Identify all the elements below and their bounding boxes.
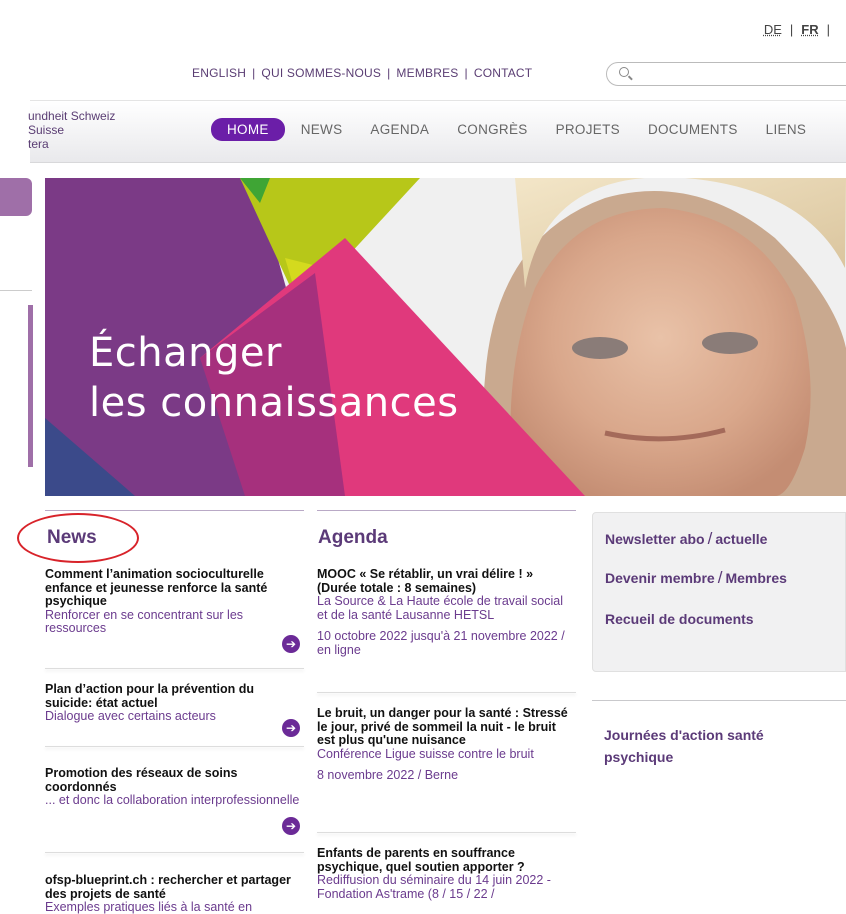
news-item-title[interactable]: Comment l’animation socioculturelle enfa… bbox=[45, 567, 304, 609]
news-item[interactable]: Promotion des réseaux de soins coordonné… bbox=[45, 766, 304, 853]
left-accent-bar bbox=[28, 305, 33, 467]
lang-de[interactable]: DE bbox=[764, 22, 782, 37]
nav-documents[interactable]: DOCUMENTS bbox=[648, 122, 738, 137]
news-item-title[interactable]: Plan d’action pour la prévention du suic… bbox=[45, 682, 304, 710]
news-item-divider bbox=[45, 746, 304, 747]
link-qui-sommes-nous[interactable]: QUI SOMMES-NOUS bbox=[261, 66, 381, 80]
logo-line: undheit Schweiz bbox=[28, 109, 116, 123]
agenda-item-divider bbox=[317, 692, 576, 693]
arrow-right-icon[interactable]: ➔ bbox=[282, 719, 300, 737]
logo-text[interactable]: undheit Schweiz Suisse tera bbox=[28, 109, 115, 151]
agenda-item[interactable]: Le bruit, un danger pour la santé : Stre… bbox=[317, 706, 576, 833]
agenda-item-title[interactable]: Le bruit, un danger pour la santé : Stre… bbox=[317, 706, 576, 748]
news-item-subtitle: Dialogue avec certains acteurs bbox=[45, 709, 216, 723]
news-item-title[interactable]: Promotion des réseaux de soins coordonné… bbox=[45, 766, 304, 794]
search-input[interactable] bbox=[635, 66, 835, 82]
lang-fr[interactable]: FR bbox=[801, 22, 818, 37]
left-divider bbox=[0, 290, 32, 291]
logo-line: Suisse bbox=[28, 123, 65, 137]
agenda-item-subtitle: La Source & La Haute école de travail so… bbox=[317, 594, 563, 622]
agenda-item-date: 8 novembre 2022 / Berne bbox=[317, 768, 459, 782]
quick-links-box: Newsletter abo / actuelle Devenir membre / M… bbox=[592, 512, 846, 672]
news-item[interactable]: Plan d’action pour la prévention du suic… bbox=[45, 682, 304, 747]
sidebar-divider bbox=[592, 700, 846, 701]
news-item-subtitle: ... et donc la collaboration interprofes… bbox=[45, 793, 300, 807]
nav-liens[interactable]: LIENS bbox=[766, 122, 807, 137]
news-item[interactable]: Comment l’animation socioculturelle enfa… bbox=[45, 567, 304, 669]
news-item-divider bbox=[45, 668, 304, 669]
agenda-item-title[interactable]: Enfants de parents en souffrance psychiq… bbox=[317, 846, 576, 874]
hero-eye-right bbox=[702, 332, 758, 354]
news-item-subtitle: Exemples pratiques liés à la santé en bbox=[45, 900, 253, 914]
link-membres[interactable]: MEMBRES bbox=[396, 66, 458, 80]
news-item[interactable]: ofsp-blueprint.ch : rechercher et partag… bbox=[45, 873, 304, 914]
hero-headline: Échanger les connaissances bbox=[89, 328, 459, 428]
news-top-rule bbox=[45, 510, 304, 511]
agenda-top-rule bbox=[317, 510, 576, 511]
agenda-item-date: 10 octobre 2022 jusqu'à 21 novembre 2022… bbox=[317, 629, 565, 657]
nav-agenda[interactable]: AGENDA bbox=[370, 122, 429, 137]
link-newsletter-abo[interactable]: Newsletter abo bbox=[605, 531, 705, 547]
link-slash: / bbox=[707, 529, 713, 548]
newsletter-links: Newsletter abo / actuelle bbox=[605, 529, 767, 549]
link-separator: | bbox=[464, 66, 468, 80]
highlight-circle bbox=[17, 513, 139, 563]
nav-projets[interactable]: PROJETS bbox=[556, 122, 620, 137]
hero-headline-line2: les connaissances bbox=[89, 380, 459, 426]
search-icon[interactable] bbox=[619, 67, 629, 77]
hero-banner[interactable]: Échanger les connaissances bbox=[45, 178, 846, 496]
agenda-section-title[interactable]: Agenda bbox=[318, 527, 388, 549]
left-side-tab[interactable] bbox=[0, 178, 32, 216]
nav-home[interactable]: HOME bbox=[211, 118, 285, 141]
agenda-item-subtitle: Rediffusion du séminaire du 14 juin 2022… bbox=[317, 873, 551, 901]
arrow-right-icon[interactable]: ➔ bbox=[282, 817, 300, 835]
top-links: ENGLISH | QUI SOMMES-NOUS | MEMBRES | CONTACT bbox=[192, 66, 532, 80]
link-recueil-documents[interactable]: Recueil de documents bbox=[605, 611, 754, 627]
lang-separator: | bbox=[826, 22, 830, 37]
search-box[interactable] bbox=[606, 62, 846, 86]
hero-headline-line1: Échanger bbox=[89, 330, 282, 376]
main-nav-bar: undheit Schweiz Suisse tera HOME NEWS AG… bbox=[28, 100, 846, 163]
agenda-item[interactable]: MOOC « Se rétablir, un vrai délire ! » (… bbox=[317, 567, 576, 693]
logo-line: tera bbox=[28, 137, 49, 151]
arrow-right-icon[interactable]: ➔ bbox=[282, 635, 300, 653]
language-switcher: DE | FR | bbox=[764, 22, 838, 37]
lang-separator: | bbox=[789, 22, 794, 37]
link-membres-list[interactable]: Membres bbox=[725, 570, 786, 586]
agenda-item-subtitle: Conférence Ligue suisse contre le bruit bbox=[317, 746, 534, 761]
link-english[interactable]: ENGLISH bbox=[192, 66, 246, 80]
news-item-subtitle: Renforcer en se concentrant sur les ress… bbox=[45, 607, 244, 635]
link-slash: / bbox=[717, 568, 723, 587]
link-newsletter-actuelle[interactable]: actuelle bbox=[715, 531, 767, 547]
membre-links: Devenir membre / Membres bbox=[605, 568, 787, 588]
nav-congres[interactable]: CONGRÈS bbox=[457, 122, 527, 137]
news-item-title[interactable]: ofsp-blueprint.ch : rechercher et partag… bbox=[45, 873, 304, 901]
main-nav: HOME NEWS AGENDA CONGRÈS PROJETS DOCUMEN… bbox=[211, 118, 834, 141]
link-separator: | bbox=[252, 66, 256, 80]
link-separator: | bbox=[387, 66, 391, 80]
news-item-divider bbox=[45, 852, 304, 853]
agenda-item-title[interactable]: MOOC « Se rétablir, un vrai délire ! » (… bbox=[317, 567, 576, 595]
link-contact[interactable]: CONTACT bbox=[474, 66, 533, 80]
hero-eye-left bbox=[572, 337, 628, 359]
link-devenir-membre[interactable]: Devenir membre bbox=[605, 570, 715, 586]
agenda-item-divider bbox=[317, 832, 576, 833]
agenda-item[interactable]: Enfants de parents en souffrance psychiq… bbox=[317, 846, 576, 914]
link-journees-action[interactable]: Journées d'action santé psychique bbox=[604, 724, 834, 768]
nav-news[interactable]: NEWS bbox=[301, 122, 343, 137]
